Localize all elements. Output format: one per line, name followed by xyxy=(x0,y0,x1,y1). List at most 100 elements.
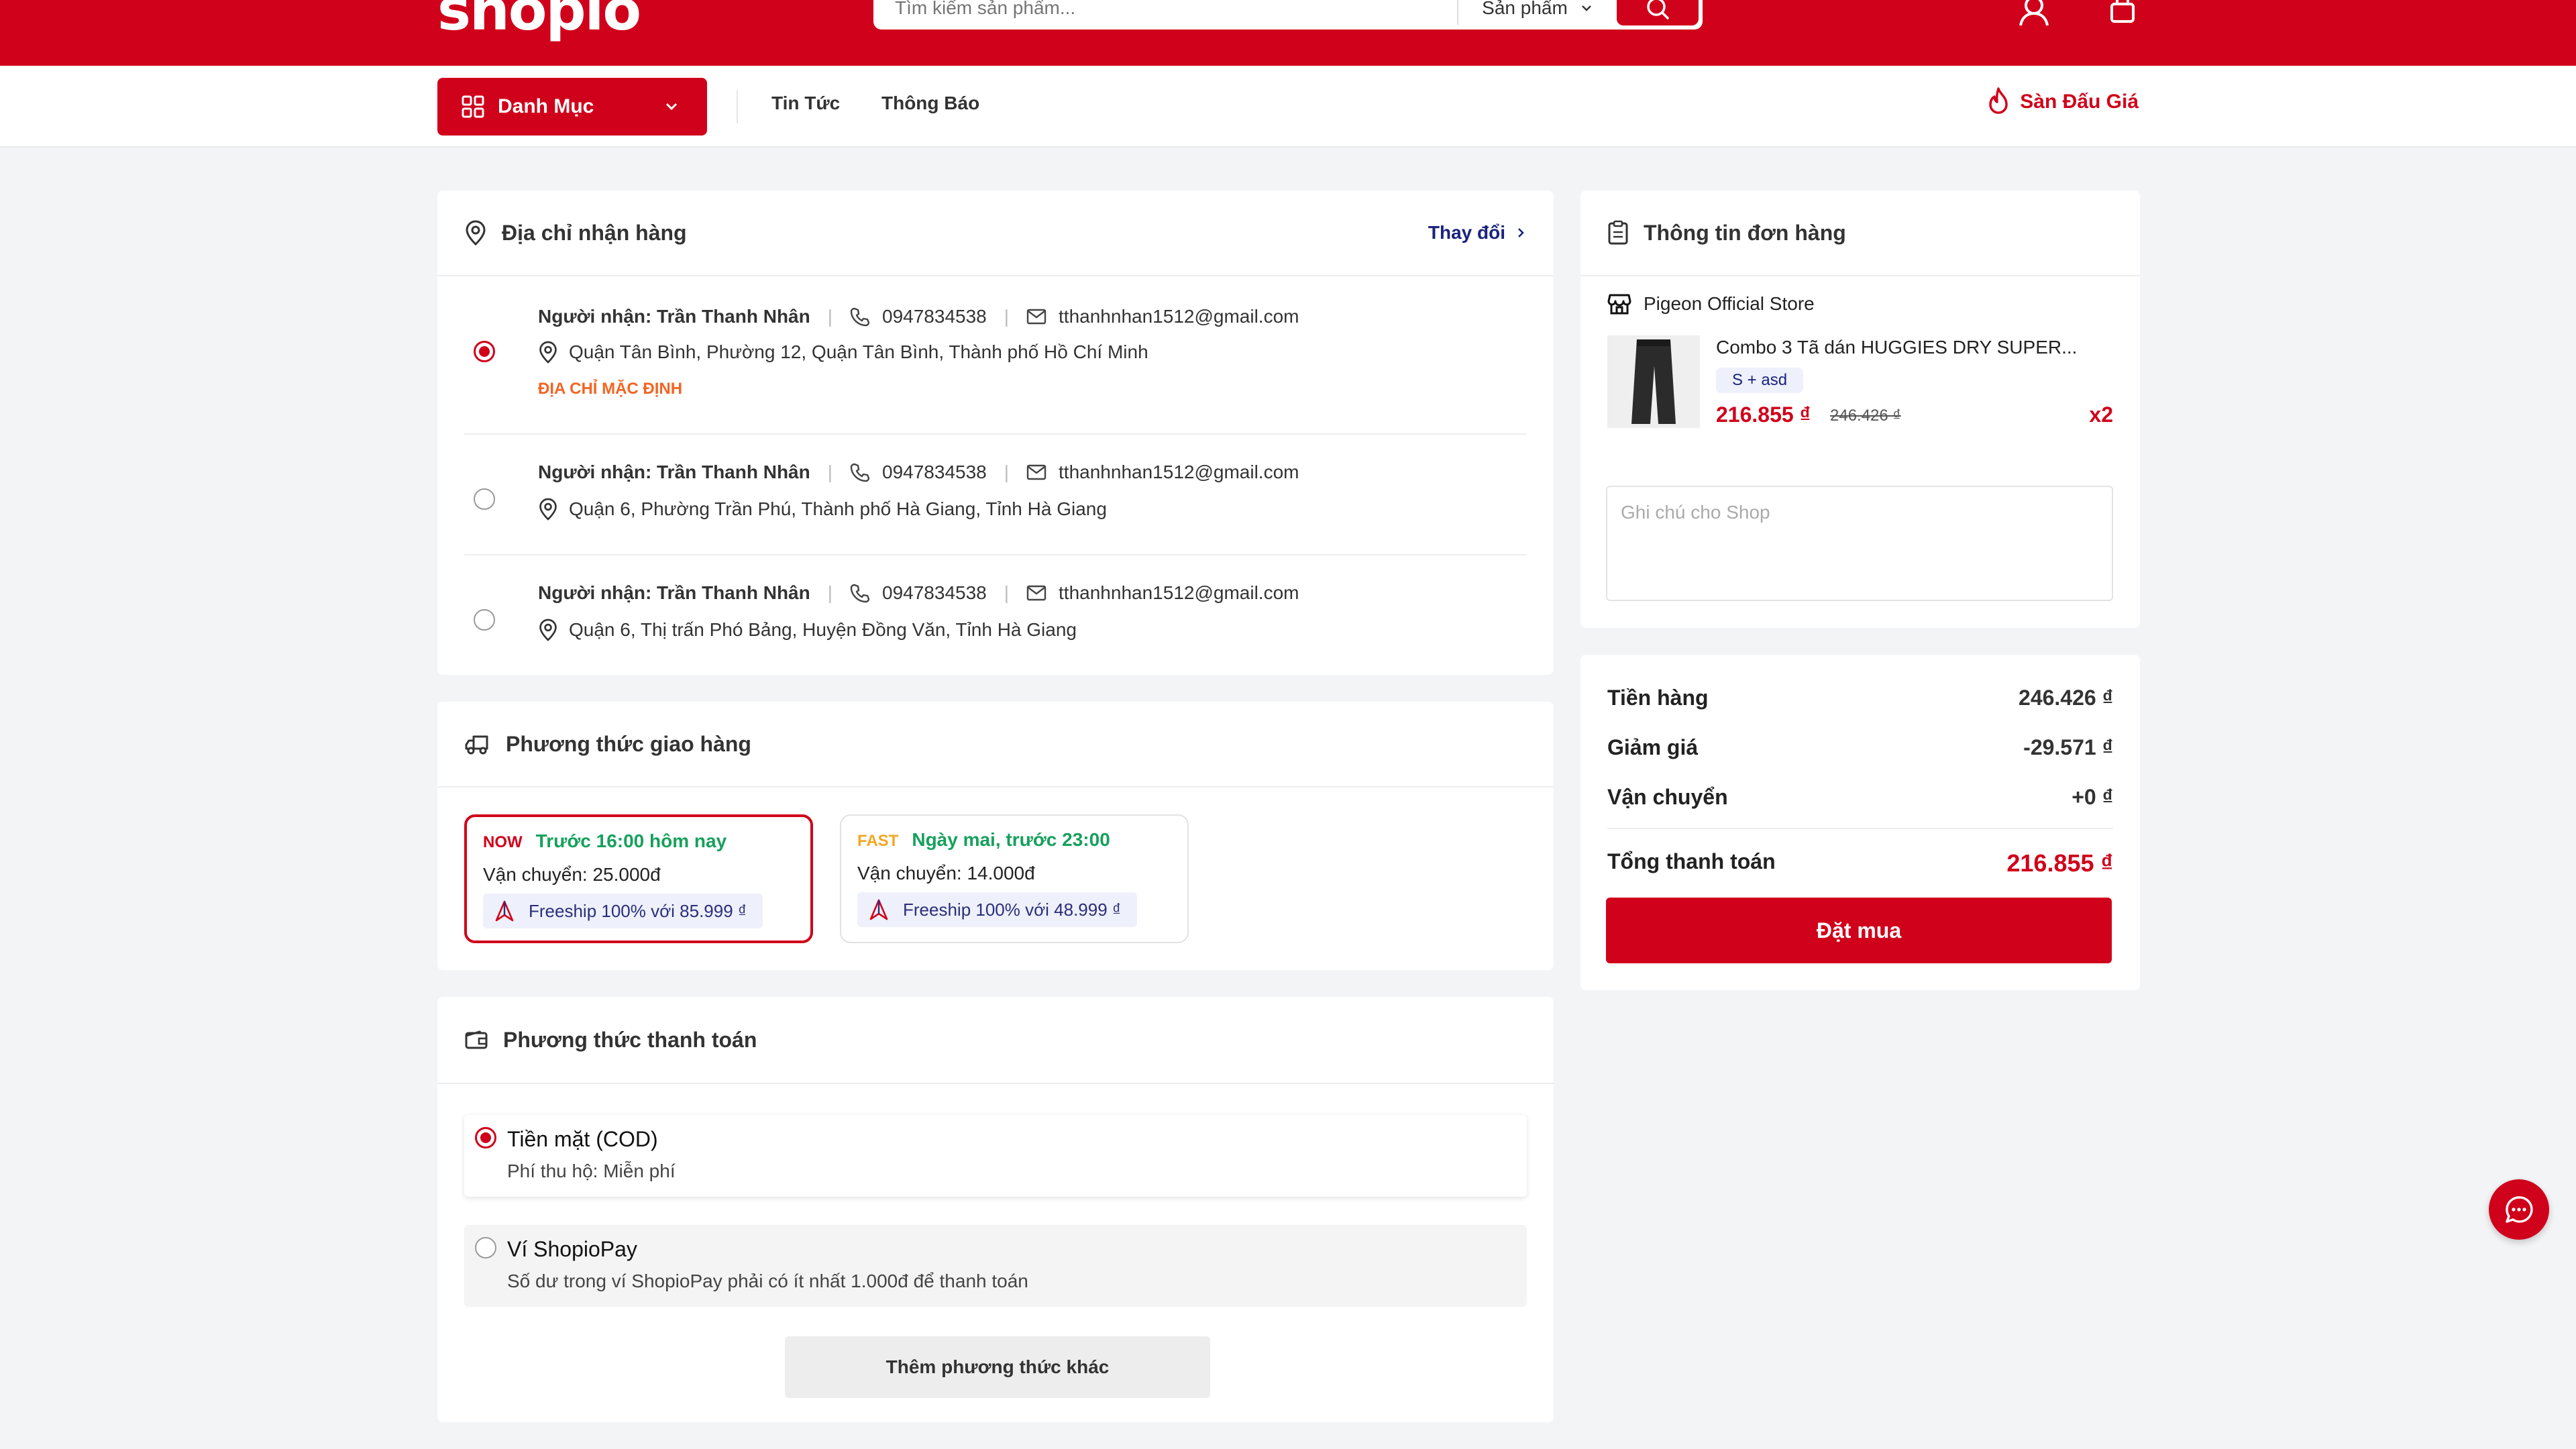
search-button[interactable] xyxy=(1617,0,1699,25)
top-header: shopio Sản phẩm xyxy=(0,0,2576,66)
chevron-down-icon xyxy=(665,103,678,111)
wallet-icon xyxy=(465,1030,488,1049)
search-input[interactable] xyxy=(877,0,1457,25)
change-address-link[interactable]: Thay đổi xyxy=(1428,222,1527,244)
order-info-title: Thông tin đơn hàng xyxy=(1644,220,1846,245)
order-info-header: Thông tin đơn hàng xyxy=(1580,191,2140,276)
grid-icon xyxy=(462,95,484,118)
payment-option-title: Tiền mặt (COD) xyxy=(507,1127,658,1151)
account-button[interactable] xyxy=(2017,0,2051,25)
recipient-email: tthanhnhan1512@gmail.com xyxy=(1059,306,1299,327)
chat-button[interactable] xyxy=(2489,1179,2549,1240)
nav-link-news[interactable]: Tin Tức xyxy=(771,93,840,114)
cart-button[interactable] xyxy=(2109,0,2136,25)
address-title: Địa chỉ nhận hàng xyxy=(502,220,687,245)
location-pin-icon xyxy=(539,619,557,641)
total-value: 216.855 ₫ xyxy=(2006,849,2113,877)
default-address-badge: ĐỊA CHỈ MẶC ĐỊNH xyxy=(538,380,683,398)
search-icon xyxy=(1647,0,1669,19)
address-text: Quận Tân Bình, Phường 12, Quận Tân Bình,… xyxy=(569,341,1148,362)
user-icon xyxy=(2019,0,2049,25)
location-pin-icon xyxy=(539,341,557,364)
shipping-option-header: FAST Ngày mai, trước 23:00 xyxy=(857,829,1110,851)
chevron-down-icon xyxy=(1581,5,1591,11)
product-original-price: 246.426 ₫ xyxy=(1830,407,1901,425)
shipping-option-fast[interactable]: FAST Ngày mai, trước 23:00 Vận chuyển: 1… xyxy=(840,814,1189,943)
payment-option-shopiopay[interactable]: Ví ShopioPay Số dư trong ví ShopioPay ph… xyxy=(464,1225,1527,1307)
order-summary-card: Tiền hàng 246.426 ₫ Giảm giá -29.571 ₫ V… xyxy=(1580,655,2140,990)
address-radio[interactable] xyxy=(474,488,495,510)
category-menu-label: Danh Mục xyxy=(498,95,594,117)
shipping-title: Phương thức giao hàng xyxy=(506,731,751,756)
search-category-select[interactable]: Sản phẩm xyxy=(1458,0,1617,19)
place-order-button[interactable]: Đặt mua xyxy=(1606,898,2112,963)
address-text: Quận 6, Thị trấn Phó Bảng, Huyện Đồng Vă… xyxy=(569,619,1077,640)
search-category-label: Sản phẩm xyxy=(1482,0,1568,18)
auction-link[interactable]: Sàn Đấu Giá xyxy=(1985,86,2139,118)
recipient-name: Người nhận: Trần Thanh Nhân xyxy=(538,462,810,482)
summary-divider xyxy=(1607,828,2113,829)
product-thumbnail[interactable] xyxy=(1607,335,1700,428)
mail-icon xyxy=(1026,309,1046,325)
location-pin-icon xyxy=(539,498,557,521)
fire-icon xyxy=(1989,87,2008,114)
payment-option-desc: Số dư trong ví ShopioPay phải có ít nhất… xyxy=(507,1271,1028,1291)
product-name[interactable]: Combo 3 Tã dán HUGGIES DRY SUPER... xyxy=(1716,337,2077,358)
store-row[interactable]: Pigeon Official Store xyxy=(1607,292,1815,315)
product-price: 216.855 ₫ xyxy=(1716,402,1811,427)
mail-icon xyxy=(1026,464,1046,480)
shipping-tag: NOW xyxy=(483,833,523,851)
payment-option-desc: Phí thu hộ: Miễn phí xyxy=(507,1161,676,1181)
mail-icon xyxy=(1026,585,1046,601)
shopio-logo[interactable]: shopio xyxy=(437,0,641,43)
recipient-name: Người nhận: Trần Thanh Nhân xyxy=(538,582,810,603)
cart-icon xyxy=(2110,0,2135,23)
shipping-fee: Vận chuyển: 25.000đ xyxy=(483,864,661,885)
shipping-tag: FAST xyxy=(857,832,899,850)
order-info-card: Thông tin đơn hàng Pigeon Official Store… xyxy=(1580,191,2140,628)
subtotal-value: 246.426 ₫ xyxy=(2019,686,2113,710)
truck-icon xyxy=(465,735,488,755)
payment-title: Phương thức thanh toán xyxy=(503,1027,757,1052)
shipping-fee-label: Vận chuyển xyxy=(1607,785,1728,809)
nav-bar: Danh Mục Tin Tức Thông Báo Sàn Đấu Giá xyxy=(0,66,2576,148)
shipping-option-now[interactable]: NOW Trước 16:00 hôm nay Vận chuyển: 25.0… xyxy=(464,814,813,943)
address-detail-line: Quận Tân Bình, Phường 12, Quận Tân Bình,… xyxy=(538,341,1148,364)
recipient-email: tthanhnhan1512@gmail.com xyxy=(1059,582,1299,603)
payment-option-title: Ví ShopioPay xyxy=(507,1237,637,1261)
address-contact-line: Người nhận: Trần Thanh Nhân | 0947834538… xyxy=(538,582,1299,603)
chevron-right-icon xyxy=(1518,228,1524,237)
discount-value: -29.571 ₫ xyxy=(2023,735,2113,759)
subtotal-label: Tiền hàng xyxy=(1607,686,1709,710)
shop-note-input[interactable] xyxy=(1606,486,2113,601)
freeship-logo-icon xyxy=(869,899,888,920)
summary-discount-row: Giảm giá -29.571 ₫ xyxy=(1607,735,2113,760)
address-option-2[interactable]: Người nhận: Trần Thanh Nhân | 0947834538… xyxy=(464,435,1527,555)
nav-link-notifications[interactable]: Thông Báo xyxy=(881,93,979,114)
payment-radio[interactable] xyxy=(475,1237,496,1258)
discount-label: Giảm giá xyxy=(1607,735,1699,759)
phone-icon xyxy=(850,584,870,603)
shipping-card-header: Phương thức giao hàng xyxy=(437,702,1554,788)
address-option-3[interactable]: Người nhận: Trần Thanh Nhân | 0947834538… xyxy=(464,555,1527,675)
category-menu-button[interactable]: Danh Mục xyxy=(437,78,707,136)
freeship-text: Freeship 100% với 48.999 ₫ xyxy=(903,899,1122,920)
address-detail-line: Quận 6, Thị trấn Phó Bảng, Huyện Đồng Vă… xyxy=(538,619,1077,641)
shipping-time: Trước 16:00 hôm nay xyxy=(535,830,727,851)
chat-icon xyxy=(2506,1196,2533,1223)
product-variant-badge: S + asd xyxy=(1716,368,1804,393)
payment-radio[interactable] xyxy=(475,1127,496,1148)
address-card: Địa chỉ nhận hàng Thay đổi Người nhận: T… xyxy=(437,191,1554,675)
address-option-1[interactable]: Người nhận: Trần Thanh Nhân | 0947834538… xyxy=(464,278,1527,435)
address-radio[interactable] xyxy=(474,609,495,631)
shipping-option-header: NOW Trước 16:00 hôm nay xyxy=(483,830,727,852)
address-detail-line: Quận 6, Phường Trần Phú, Thành phố Hà Gi… xyxy=(538,498,1107,521)
shipping-card: Phương thức giao hàng NOW Trước 16:00 hô… xyxy=(437,702,1554,970)
total-label: Tổng thanh toán xyxy=(1607,849,1776,873)
address-text: Quận 6, Phường Trần Phú, Thành phố Hà Gi… xyxy=(569,498,1107,519)
nav-divider xyxy=(737,90,738,123)
address-radio[interactable] xyxy=(474,341,495,362)
search-bar: Sản phẩm xyxy=(873,0,1703,30)
payment-option-cod[interactable]: Tiền mặt (COD) Phí thu hộ: Miễn phí xyxy=(464,1115,1527,1197)
more-payment-methods-button[interactable]: Thêm phương thức khác xyxy=(785,1336,1210,1398)
